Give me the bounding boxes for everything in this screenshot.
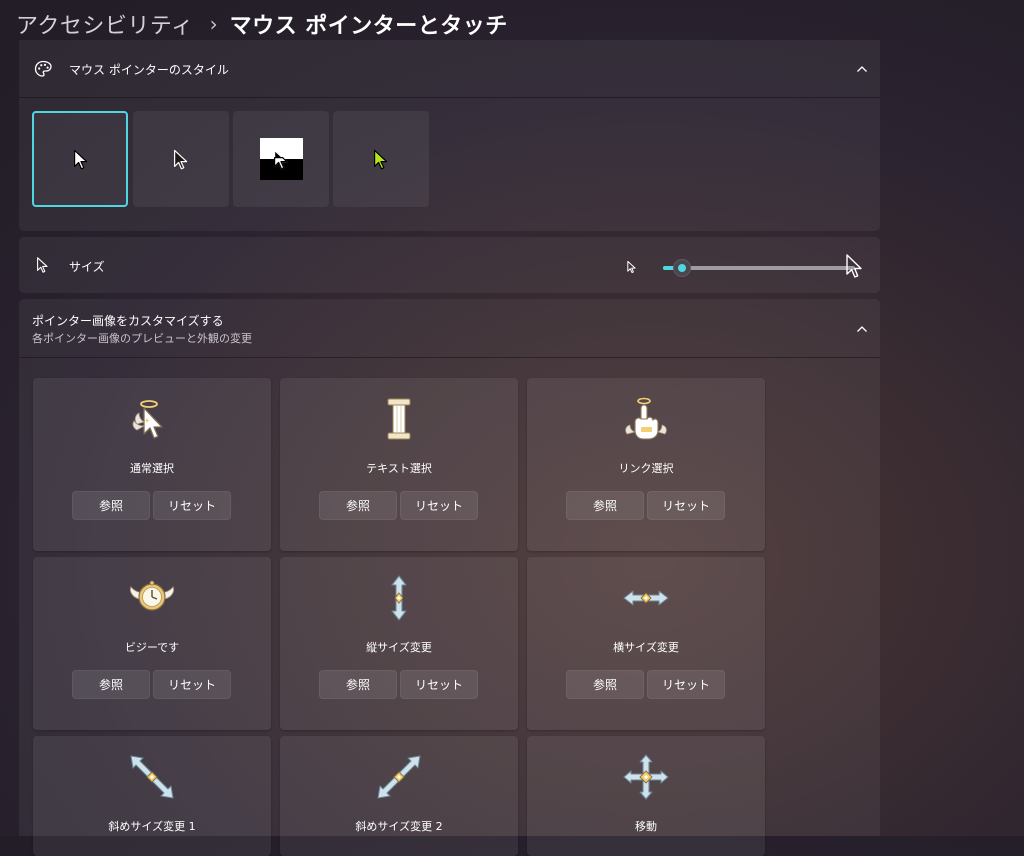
pointer-name: リンク選択	[618, 462, 674, 475]
size-label: サイズ	[69, 260, 105, 274]
angel-arrow-icon	[132, 400, 163, 439]
white-arrow-icon	[74, 149, 88, 170]
reset-button[interactable]: リセット	[647, 670, 725, 699]
pointer-style-inverted[interactable]	[233, 111, 329, 207]
reset-button[interactable]: リセット	[153, 670, 231, 699]
pointer-name: 横サイズ変更	[613, 641, 679, 654]
pointer-tile-horizontal-resize: 横サイズ変更 参照 リセット	[527, 557, 765, 730]
pointer-size-slider[interactable]	[625, 253, 870, 283]
browse-button[interactable]: 参照	[319, 491, 397, 520]
pointer-style-black[interactable]	[133, 111, 229, 207]
divider	[19, 357, 880, 358]
pointer-style-header[interactable]: マウス ポインターのスタイル	[19, 40, 880, 97]
customize-header[interactable]: ポインター画像をカスタマイズする 各ポインター画像のプレビューと外観の変更	[19, 299, 880, 357]
browse-button[interactable]: 参照	[566, 670, 644, 699]
breadcrumb-parent-link[interactable]: アクセシビリティ	[16, 8, 194, 40]
chevron-up-icon[interactable]	[854, 61, 870, 77]
small-pointer-icon	[627, 260, 636, 274]
diagonal-resize-1-icon	[130, 755, 174, 799]
pointer-name: 移動	[635, 820, 657, 833]
browse-button[interactable]: 参照	[566, 491, 644, 520]
page-title: マウス ポインターとタッチ	[229, 14, 508, 39]
customize-pointers-card: ポインター画像をカスタマイズする 各ポインター画像のプレビューと外観の変更 通常…	[19, 299, 880, 856]
pillar-text-icon	[387, 398, 411, 440]
breadcrumb-separator: ›	[209, 12, 218, 36]
browse-button[interactable]: 参照	[72, 491, 150, 520]
breadcrumb: アクセシビリティ › マウス ポインターとタッチ	[16, 6, 508, 42]
slider-track[interactable]	[663, 266, 855, 270]
pointer-style-white[interactable]	[32, 111, 128, 207]
chevron-up-icon[interactable]	[854, 321, 870, 337]
pointer-name: 斜めサイズ変更 2	[355, 820, 443, 833]
pointer-tile-diagonal-resize-2: 斜めサイズ変更 2	[280, 736, 518, 856]
vertical-resize-icon	[391, 575, 407, 621]
pointer-name: 斜めサイズ変更 1	[108, 820, 196, 833]
palette-icon	[34, 60, 52, 77]
move-icon	[623, 754, 669, 800]
pointer-name: 縦サイズ変更	[366, 641, 432, 654]
lime-arrow-icon	[374, 149, 388, 170]
pointer-size-card: サイズ	[19, 237, 880, 293]
pointer-icon	[37, 257, 48, 273]
black-arrow-icon	[174, 149, 188, 170]
horizontal-resize-icon	[623, 590, 669, 606]
pointer-tile-vertical-resize: 縦サイズ変更 参照 リセット	[280, 557, 518, 730]
customize-title: ポインター画像をカスタマイズする	[32, 314, 224, 328]
pointer-name: ビジーです	[124, 641, 180, 654]
customize-subtitle: 各ポインター画像のプレビューと外観の変更	[32, 332, 252, 345]
browse-button[interactable]: 参照	[72, 670, 150, 699]
inverted-arrow-icon	[274, 149, 288, 170]
pointer-style-card: マウス ポインターのスタイル	[19, 40, 880, 231]
pointer-name: 通常選択	[130, 462, 174, 475]
pointer-name: テキスト選択	[366, 462, 432, 475]
large-pointer-icon	[846, 254, 862, 278]
pointer-tile-busy: ビジーです 参照 リセット	[33, 557, 271, 730]
pointer-tile-normal-select: 通常選択 参照 リセット	[33, 378, 271, 551]
reset-button[interactable]: リセット	[647, 491, 725, 520]
angel-hand-icon	[625, 397, 667, 440]
pointer-style-label: マウス ポインターのスタイル	[69, 63, 229, 77]
pointer-style-custom[interactable]	[333, 111, 429, 207]
browse-button[interactable]: 参照	[319, 670, 397, 699]
pointer-tile-diagonal-resize-1: 斜めサイズ変更 1	[33, 736, 271, 856]
winged-clock-icon	[129, 580, 175, 611]
pointer-tile-link-select: リンク選択 参照 リセット	[527, 378, 765, 551]
divider	[19, 97, 880, 98]
reset-button[interactable]: リセット	[400, 491, 478, 520]
pointer-tile-text-select: テキスト選択 参照 リセット	[280, 378, 518, 551]
reset-button[interactable]: リセット	[400, 670, 478, 699]
diagonal-resize-2-icon	[377, 755, 421, 799]
pointer-tile-move: 移動	[527, 736, 765, 856]
reset-button[interactable]: リセット	[153, 491, 231, 520]
slider-thumb[interactable]	[673, 259, 692, 277]
